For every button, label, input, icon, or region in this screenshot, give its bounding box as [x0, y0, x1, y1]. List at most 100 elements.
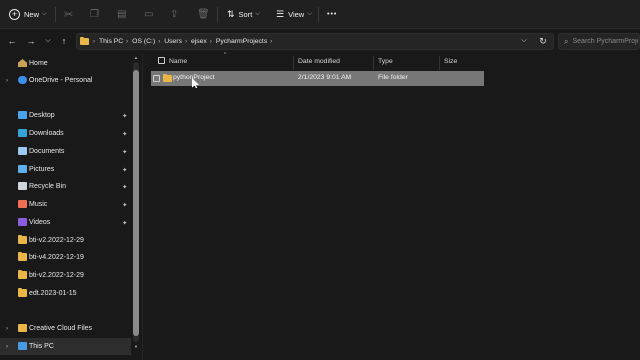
- sidebar-item-label: OneDrive - Personal: [29, 77, 93, 84]
- chevron-right-icon[interactable]: ›: [6, 326, 8, 332]
- sidebar-item-music[interactable]: Music ✦: [0, 196, 131, 213]
- chevron-down-icon: ⌵: [42, 11, 47, 17]
- sidebar-item-videos[interactable]: Videos ✦: [0, 214, 131, 231]
- onedrive-icon: [18, 76, 27, 84]
- sidebar-item-label: Recycle Bin: [29, 183, 66, 190]
- breadcrumb-ejsex[interactable]: ejsex: [191, 38, 207, 45]
- sidebar-item-label: Videos: [29, 219, 51, 226]
- paste-icon[interactable]: ▤: [117, 5, 126, 24]
- new-icon: +: [9, 9, 20, 20]
- recent-locations-chevron-icon[interactable]: ⌵: [41, 33, 55, 49]
- sidebar-item-label: This PC: [29, 343, 54, 350]
- row-checkbox[interactable]: [153, 75, 160, 82]
- column-header-label: Size: [444, 57, 458, 65]
- breadcrumb-this-pc[interactable]: This PC: [99, 38, 123, 45]
- downloads-icon: [18, 129, 27, 137]
- scroll-up-icon[interactable]: ▲: [133, 55, 139, 60]
- chevron-right-icon: ›: [209, 38, 212, 45]
- breadcrumb-os-c[interactable]: OS (C:): [132, 38, 155, 45]
- sidebar-item-bti-v2-2[interactable]: bti-v2.2022-12-29: [0, 267, 131, 284]
- sidebar-item-onedrive[interactable]: › OneDrive - Personal: [0, 72, 131, 89]
- sidebar-item-bti-v4[interactable]: bti-v4.2022-12-19: [0, 249, 131, 266]
- chevron-right-icon: ›: [184, 38, 187, 45]
- search-box[interactable]: ⌕: [558, 33, 640, 50]
- sidebar-item-label: bti-v4.2022-12-19: [29, 254, 84, 261]
- pin-icon: ✦: [122, 148, 128, 156]
- address-history-chevron-icon[interactable]: ⌵: [517, 33, 531, 49]
- desktop-icon: [18, 111, 27, 119]
- sidebar-item-desktop[interactable]: Desktop ✦: [0, 107, 131, 124]
- breadcrumb-users[interactable]: Users: [164, 38, 182, 45]
- sidebar-item-recycle-bin[interactable]: Recycle Bin ✦: [0, 178, 131, 195]
- search-input[interactable]: [572, 38, 639, 45]
- sidebar-item-label: bti-v2.2022-12-29: [29, 237, 84, 244]
- breadcrumb-pycharmprojects[interactable]: PycharmProjects: [216, 38, 267, 45]
- copy-icon[interactable]: ❐: [90, 5, 99, 24]
- sidebar-item-downloads[interactable]: Downloads ✦: [0, 125, 131, 142]
- pin-icon: ✦: [122, 201, 128, 209]
- sidebar-item-this-pc[interactable]: › This PC: [0, 338, 131, 355]
- sidebar-scrollbar[interactable]: [133, 62, 139, 342]
- sort-button[interactable]: ⇅ Sort ⌵: [227, 5, 260, 24]
- view-button[interactable]: ☰ View ⌵: [276, 5, 312, 24]
- share-icon[interactable]: ⇪: [170, 5, 178, 24]
- sidebar-item-documents[interactable]: Documents ✦: [0, 143, 131, 160]
- new-label: New: [24, 10, 40, 19]
- sidebar-item-home[interactable]: Home: [0, 55, 131, 72]
- select-all-checkbox[interactable]: [158, 57, 165, 64]
- up-arrow-icon[interactable]: ↑: [57, 33, 71, 49]
- column-divider[interactable]: [293, 56, 294, 70]
- chevron-down-icon: ⌵: [307, 11, 312, 17]
- sidebar-item-bti-v2-1[interactable]: bti-v2.2022-12-29: [0, 232, 131, 249]
- sidebar-item-label: Pictures: [29, 166, 55, 173]
- folder-icon: [18, 252, 27, 261]
- toolbar-divider: [55, 7, 56, 22]
- chevron-right-icon[interactable]: ›: [6, 78, 8, 84]
- view-icon: ☰: [276, 9, 285, 19]
- file-type: File folder: [378, 74, 408, 81]
- chevron-right-icon[interactable]: ›: [6, 344, 8, 350]
- rename-icon[interactable]: ▭: [144, 5, 153, 24]
- scroll-down-icon[interactable]: ▼: [133, 344, 139, 349]
- new-button[interactable]: + New ⌵: [9, 5, 47, 24]
- more-options-button[interactable]: •••: [327, 5, 337, 24]
- column-header-date[interactable]: Date modified: [298, 54, 340, 68]
- sidebar-item-label: Music: [29, 201, 48, 208]
- pictures-icon: [18, 165, 27, 173]
- column-divider[interactable]: [373, 56, 374, 70]
- sort-ascending-icon: ^: [224, 52, 227, 58]
- column-header-name[interactable]: Name ^: [169, 52, 226, 68]
- chevron-right-icon: ›: [158, 38, 161, 45]
- sidebar-item-label: Home: [29, 60, 48, 67]
- sidebar-item-edt[interactable]: edt.2023-01-15: [0, 285, 131, 302]
- address-bar[interactable]: › This PC › OS (C:) › Users › ejsex › Py…: [76, 33, 554, 50]
- column-header-type[interactable]: Type: [378, 54, 393, 68]
- toolbar-divider: [217, 7, 218, 22]
- table-row[interactable]: pythonProject 2/1/2023 9:01 AM File fold…: [151, 71, 484, 86]
- recycle-bin-icon: [18, 182, 27, 190]
- pin-icon: ✦: [122, 219, 128, 227]
- chevron-down-icon: ⌵: [255, 11, 260, 17]
- home-icon: [18, 59, 27, 67]
- column-header-size[interactable]: Size: [444, 54, 457, 68]
- command-bar: + New ⌵ ✂ ❐ ▤ ▭ ⇪ 🗑︎ ⇅ Sort ⌵ ☰ View ⌵ •…: [0, 0, 640, 29]
- sidebar-scroll-thumb[interactable]: [133, 70, 139, 336]
- column-header-label: Date modified: [298, 57, 340, 65]
- folder-icon: [80, 37, 89, 45]
- forward-arrow-icon[interactable]: →: [24, 33, 38, 49]
- sidebar-item-label: Documents: [29, 148, 65, 155]
- file-list: Name ^ Date modified Type Size pythonPro…: [143, 52, 640, 360]
- column-divider[interactable]: [439, 56, 440, 70]
- view-label: View: [288, 10, 305, 19]
- videos-icon: [18, 218, 27, 226]
- refresh-icon[interactable]: ↻: [536, 33, 550, 49]
- cut-icon[interactable]: ✂: [64, 5, 73, 24]
- delete-icon[interactable]: 🗑︎: [197, 5, 210, 24]
- sidebar-item-creative-cloud[interactable]: › Creative Cloud Files: [0, 320, 131, 337]
- sort-label: Sort: [238, 10, 253, 19]
- this-pc-icon: [18, 342, 27, 350]
- back-arrow-icon[interactable]: ←: [5, 33, 19, 49]
- sidebar-item-pictures[interactable]: Pictures ✦: [0, 161, 131, 178]
- pin-icon: ✦: [122, 183, 128, 191]
- toolbar-divider: [318, 7, 319, 22]
